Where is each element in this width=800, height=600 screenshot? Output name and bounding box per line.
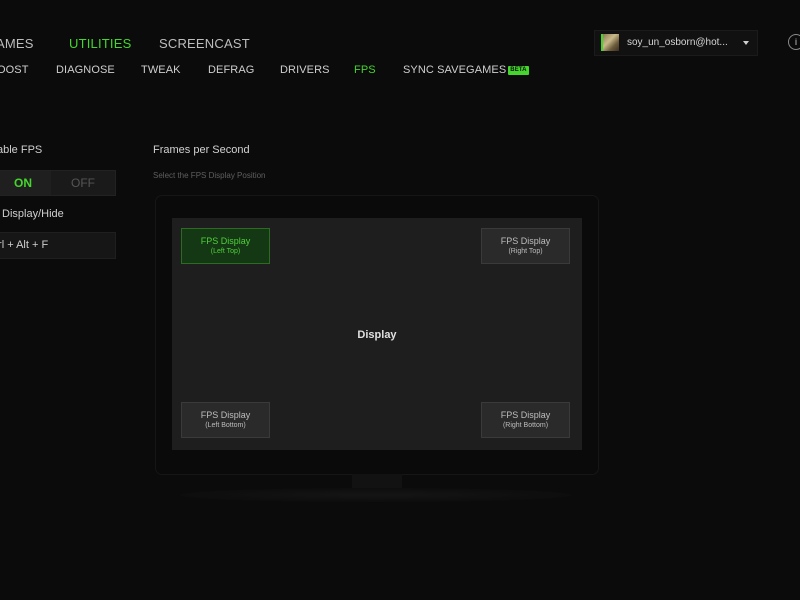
fps-position-left-top[interactable]: FPS Display (Left Top) — [181, 228, 270, 264]
hotkey-value: trl + Alt + F — [0, 239, 49, 251]
app-window: AMES UTILITIES SCREENCAST OOST DIAGNOSE … — [0, 0, 800, 600]
beta-badge: BETA — [508, 66, 529, 75]
fps-position-right-top-sub: (Right Top) — [508, 248, 543, 255]
info-icon[interactable]: i — [788, 34, 800, 50]
fps-position-right-top[interactable]: FPS Display (Right Top) — [481, 228, 570, 264]
account-email: soy_un_osborn@hot... — [627, 37, 728, 48]
hotkey-input[interactable]: trl + Alt + F — [0, 232, 116, 259]
enable-fps-label: able FPS — [0, 144, 43, 156]
account-dropdown[interactable]: soy_un_osborn@hot... — [594, 30, 758, 56]
fps-position-right-bottom-sub: (Right Bottom) — [502, 422, 549, 429]
user-avatar-image — [601, 34, 619, 51]
top-nav-games[interactable]: AMES — [0, 36, 34, 51]
fps-position-left-bottom-title: FPS Display — [200, 410, 251, 420]
monitor-frame: FPS Display (Left Top) FPS Display (Righ… — [156, 196, 598, 474]
section-title: Frames per Second — [153, 144, 250, 156]
sub-nav-boost[interactable]: OOST — [0, 64, 29, 76]
caret-down-icon — [743, 41, 749, 45]
fps-position-left-bottom-sub: (Left Bottom) — [205, 422, 246, 429]
toggle-off-option[interactable]: OFF — [51, 171, 115, 195]
monitor-screen: FPS Display (Left Top) FPS Display (Righ… — [172, 218, 582, 450]
fps-position-right-top-title: FPS Display — [500, 236, 551, 246]
sub-nav-sync-savegames[interactable]: SYNC SAVEGAMES BETA — [403, 64, 529, 76]
top-nav-screencast[interactable]: SCREENCAST — [159, 36, 250, 51]
display-label: Display — [357, 329, 397, 341]
fps-position-right-bottom-title: FPS Display — [500, 410, 551, 420]
fps-position-left-top-sub: (Left Top) — [210, 248, 241, 255]
fps-toggle[interactable]: ON OFF — [0, 170, 116, 196]
fps-position-right-bottom[interactable]: FPS Display (Right Bottom) — [481, 402, 570, 438]
sub-nav-tweak[interactable]: TWEAK — [141, 64, 181, 76]
sub-nav-drivers[interactable]: DRIVERS — [280, 64, 330, 76]
toggle-on-option[interactable]: ON — [0, 171, 51, 195]
top-nav-utilities[interactable]: UTILITIES — [69, 36, 131, 51]
monitor-stand-base — [180, 488, 572, 502]
display-hide-label: Display/Hide — [2, 208, 64, 220]
sub-nav-fps[interactable]: FPS — [354, 64, 376, 76]
fps-position-left-top-title: FPS Display — [200, 236, 251, 246]
sub-nav-diagnose[interactable]: DIAGNOSE — [56, 64, 115, 76]
section-subtitle: Select the FPS Display Position — [153, 171, 266, 180]
sub-nav-sync-savegames-label: SYNC SAVEGAMES — [403, 64, 507, 76]
fps-position-left-bottom[interactable]: FPS Display (Left Bottom) — [181, 402, 270, 438]
sub-nav-defrag[interactable]: DEFRAG — [208, 64, 254, 76]
